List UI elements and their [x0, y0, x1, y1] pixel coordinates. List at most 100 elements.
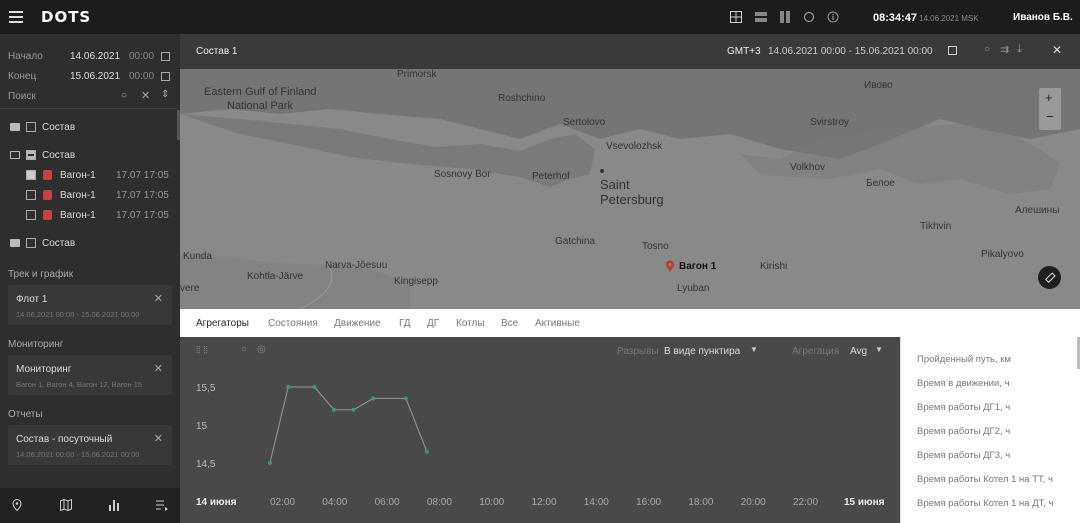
- info-icon[interactable]: [827, 11, 839, 23]
- dropdown-item[interactable]: Время работы ДГ2, ч: [917, 426, 1010, 437]
- refresh-icon[interactable]: [803, 11, 815, 23]
- refresh-icon[interactable]: ○: [121, 90, 127, 101]
- clock-date: 14.06.2021 MSK: [919, 14, 979, 23]
- data-point[interactable]: [331, 407, 336, 412]
- close-icon[interactable]: ✕: [154, 292, 163, 305]
- dropdown-item[interactable]: Время работы Котел 1 на ДТ, ч: [917, 498, 1054, 509]
- tree-item-wagon[interactable]: Вагон-1 17.07 17:05: [0, 185, 176, 205]
- data-point[interactable]: [267, 461, 272, 465]
- checkbox[interactable]: [26, 122, 36, 132]
- tab-states[interactable]: Состояния: [268, 318, 318, 329]
- bar-chart-icon[interactable]: [108, 499, 120, 511]
- map-label: Белое: [866, 178, 895, 189]
- map-label: Pikalyovo: [981, 249, 1024, 260]
- tab-dg[interactable]: ДГ: [427, 318, 439, 329]
- start-field[interactable]: 14.06.2021 00:00: [0, 51, 180, 65]
- zoom-out-button[interactable]: −: [1046, 109, 1054, 124]
- collapse-icon[interactable]: ⇕: [161, 89, 169, 100]
- end-field[interactable]: 15.06.2021 00:00: [0, 71, 180, 85]
- map-label: Kohtla-Järve: [247, 271, 304, 282]
- metric-dropdown: Пройденный путь, км Время в движении, ч …: [900, 337, 1080, 523]
- track-card[interactable]: Флот 1 14.06.2021 00:00 - 15.06.2021 00:…: [8, 285, 172, 325]
- tab-active[interactable]: Активные: [535, 318, 580, 329]
- map-label: Lyuban: [677, 283, 710, 294]
- checkbox[interactable]: [26, 210, 36, 220]
- x-tick-label: 12:00: [532, 497, 557, 508]
- data-point[interactable]: [351, 407, 356, 412]
- map-label: Vsevolozhsk: [606, 141, 663, 152]
- data-point[interactable]: [403, 396, 408, 401]
- checkbox[interactable]: [26, 170, 36, 180]
- x-tick-label: 18:00: [688, 497, 713, 508]
- reports-card[interactable]: Состав - посуточный 14.06.2021 00:00 - 1…: [8, 425, 172, 465]
- columns-view-icon[interactable]: [779, 11, 791, 23]
- download-icon[interactable]: ⤓: [1017, 43, 1022, 56]
- tab-all[interactable]: Все: [501, 318, 518, 329]
- tree-folder[interactable]: Состав: [0, 233, 176, 253]
- data-point[interactable]: [371, 396, 376, 401]
- timezone[interactable]: GMT+3: [727, 46, 761, 57]
- tree-time: 17.07 17:05: [116, 190, 169, 201]
- clear-icon[interactable]: ✕: [141, 89, 150, 102]
- search-input[interactable]: Поиск: [8, 91, 36, 102]
- ruler-icon: [1045, 272, 1056, 283]
- data-point[interactable]: [312, 385, 317, 389]
- dropdown-item[interactable]: Время работы ДГ1, ч: [917, 402, 1010, 413]
- close-icon[interactable]: ✕: [1052, 43, 1062, 57]
- rows-view-icon[interactable]: [755, 11, 767, 23]
- close-icon[interactable]: ✕: [154, 362, 163, 375]
- calendar-icon[interactable]: [161, 52, 170, 61]
- end-date: 15.06.2021: [70, 71, 121, 82]
- data-point[interactable]: [424, 449, 429, 454]
- checkbox[interactable]: [26, 190, 36, 200]
- checkbox[interactable]: [26, 150, 36, 160]
- map-pin-icon[interactable]: [11, 499, 23, 511]
- monitoring-card[interactable]: Мониторинг Вагон 1, Вагон 4, Вагон 12, В…: [8, 355, 172, 395]
- dropdown-item[interactable]: Время работы Котел 1 на ТТ, ч: [917, 474, 1053, 485]
- ruler-button[interactable]: [1038, 266, 1061, 289]
- map-icon[interactable]: [60, 499, 72, 511]
- reports-section-title: Отчеты: [8, 409, 43, 420]
- map-svg: [180, 69, 1080, 309]
- date-range[interactable]: 14.06.2021 00:00 - 15.06.2021 00:00: [768, 46, 933, 57]
- start-date: 14.06.2021: [70, 51, 121, 62]
- y-tick-label: 14,5: [196, 459, 216, 470]
- vehicle-marker[interactable]: Вагон 1: [665, 260, 716, 275]
- dropdown-item[interactable]: Время работы ДГ3, ч: [917, 450, 1010, 461]
- logo: DOTS: [41, 8, 92, 26]
- tree-label: Состав: [42, 150, 76, 161]
- dropdown-item[interactable]: Пройденный путь, км: [917, 354, 1011, 365]
- map[interactable]: Primorsk Eastern Gulf of Finland Nationa…: [180, 69, 1080, 309]
- x-tick-label: 15 июня: [844, 497, 885, 508]
- checkbox[interactable]: [26, 238, 36, 248]
- map-label: Алешины: [1015, 205, 1060, 216]
- zoom-in-button[interactable]: +: [1045, 90, 1053, 105]
- dropdown-item[interactable]: Время в движении, ч: [917, 378, 1010, 389]
- card-title: Состав - посуточный: [16, 434, 113, 445]
- user-name[interactable]: Иванов Б.В.: [1013, 12, 1073, 23]
- list-arrow-icon[interactable]: [156, 499, 168, 511]
- tab-gd[interactable]: ГД: [399, 318, 411, 329]
- calendar-icon[interactable]: [161, 72, 170, 81]
- grid-view-icon[interactable]: [730, 11, 742, 23]
- menu-icon[interactable]: [9, 11, 23, 23]
- export-icon[interactable]: ⇉: [1000, 43, 1009, 56]
- tree-label: Состав: [42, 122, 76, 133]
- tree-folder[interactable]: Состав: [0, 117, 176, 137]
- chart-panel: ⦙⦙ ⦙⦙ ○ ◎ Разрывы В виде пунктира ▼ Агре…: [180, 337, 900, 523]
- map-label: Peterhof: [532, 171, 570, 182]
- map-label: Sertolovo: [563, 117, 606, 128]
- tab-aggregators[interactable]: Агрегаторы: [196, 318, 249, 329]
- calendar-icon[interactable]: [948, 46, 957, 55]
- tab-movement[interactable]: Движение: [334, 318, 381, 329]
- tab-boilers[interactable]: Котлы: [456, 318, 485, 329]
- tree-folder[interactable]: Состав: [0, 145, 176, 165]
- tree-item-wagon[interactable]: Вагон-1 17.07 17:05: [0, 165, 176, 185]
- tree-item-wagon[interactable]: Вагон-1 17.07 17:05: [0, 205, 176, 225]
- card-title: Мониторинг: [16, 364, 72, 375]
- close-icon[interactable]: ✕: [154, 432, 163, 445]
- data-point[interactable]: [286, 385, 291, 389]
- clock-time: 08:34:47: [873, 12, 918, 24]
- refresh-icon[interactable]: ○: [984, 44, 990, 55]
- tree-time: 17.07 17:05: [116, 210, 169, 221]
